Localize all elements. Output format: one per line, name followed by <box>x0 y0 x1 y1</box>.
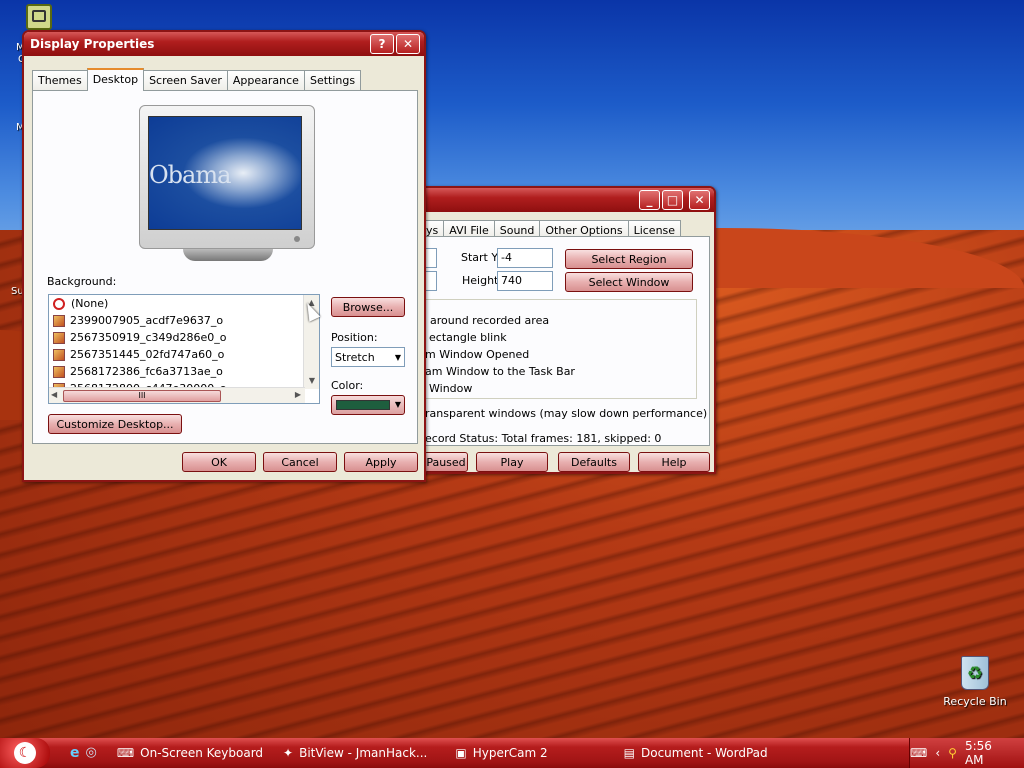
hypercam-panel: Start Y -4 Select Region Height 740 Sele… <box>424 236 710 446</box>
start-y-label: Start Y <box>461 251 499 264</box>
bitview-icon: ✦ <box>283 746 294 760</box>
display-properties-window: Display Properties ? ✕ Themes Desktop Sc… <box>22 30 426 482</box>
cancel-button[interactable]: Cancel <box>263 452 337 472</box>
wordpad-icon: ▤ <box>623 746 635 760</box>
list-item[interactable]: 2567351445_02fd747a60_o <box>49 346 319 363</box>
record-status: ecord Status: Total frames: 181, skipped… <box>425 432 662 445</box>
height-label: Height <box>462 274 499 287</box>
color-swatch <box>336 400 390 410</box>
play-button[interactable]: Play <box>476 452 548 472</box>
help-button[interactable]: Help <box>638 452 710 472</box>
chevron-down-icon: ▼ <box>394 400 401 409</box>
option-window[interactable]: Window <box>429 382 472 395</box>
list-item-none[interactable]: (None) <box>49 295 319 312</box>
desktop-icon-top[interactable] <box>26 4 52 30</box>
keyboard-tray-icon[interactable]: ⌨ <box>910 746 927 760</box>
customize-desktop-button[interactable]: Customize Desktop... <box>48 414 182 434</box>
display-tabs: Themes Desktop Screen Saver Appearance S… <box>24 68 424 93</box>
close-button[interactable]: ✕ <box>689 190 710 210</box>
close-icon[interactable]: ✕ <box>396 34 420 54</box>
color-picker-button[interactable]: ▼ <box>331 395 405 415</box>
preview-text: Obama <box>149 161 231 189</box>
list-item[interactable]: 2567350919_c349d286e0_o <box>49 329 319 346</box>
hypercam-tabs: ys AVI File Sound Other Options License <box>410 218 714 239</box>
option-task-bar[interactable]: am Window to the Task Bar <box>425 365 575 378</box>
image-file-icon <box>53 365 65 378</box>
internet-explorer-icon[interactable]: e <box>70 745 80 761</box>
recycle-bin[interactable]: ♻ Recycle Bin <box>940 656 1010 708</box>
display-properties-titlebar: Display Properties ? ✕ <box>24 32 424 56</box>
desktop-panel: Obama Background: (None) 2399007905_acdf… <box>32 90 418 444</box>
window-title: Display Properties <box>30 37 155 51</box>
tab-desktop[interactable]: Desktop <box>86 68 145 91</box>
height-field[interactable]: 740 <box>497 271 553 291</box>
background-label: Background: <box>47 275 117 288</box>
position-label: Position: <box>331 331 378 344</box>
taskbar-item-hypercam[interactable]: ▣ HyperCam 2 <box>445 741 557 765</box>
recycle-bin-icon: ♻ <box>961 656 989 690</box>
defaults-button[interactable]: Defaults <box>558 452 630 472</box>
hypercam-titlebar: _ □ ✕ <box>410 188 714 212</box>
browser-icon[interactable]: ◎ <box>86 745 97 761</box>
scroll-right-icon[interactable]: ▶ <box>295 390 301 399</box>
system-tray: ⌨ ‹ ⚲ 5:56 AM <box>909 738 1024 768</box>
help-icon[interactable]: ? <box>370 34 394 54</box>
taskbar-item-bitview[interactable]: ✦ BitView - JmanHack... <box>273 741 437 765</box>
width-field[interactable] <box>425 271 437 291</box>
minimize-button[interactable]: _ <box>639 190 660 210</box>
list-item[interactable]: 2568172386_fc6a3713ae_o <box>49 363 319 380</box>
image-file-icon <box>53 331 65 344</box>
display-icon <box>32 10 46 22</box>
transparent-option[interactable]: ransparent windows (may slow down perfor… <box>425 407 707 420</box>
monitor-stand <box>183 249 273 261</box>
hypercam-icon: ▣ <box>455 746 467 760</box>
select-region-button[interactable]: Select Region <box>565 249 693 269</box>
color-label: Color: <box>331 379 364 392</box>
hypercam-window: _ □ ✕ ys AVI File Sound Other Options Li… <box>410 186 716 474</box>
monitor-preview: Obama <box>139 105 315 249</box>
scroll-down-icon[interactable]: ▼ <box>304 373 319 389</box>
clock[interactable]: 5:56 AM <box>965 739 1014 767</box>
horizontal-scrollbar[interactable]: ◀ III ▶ <box>49 387 305 403</box>
none-icon <box>53 297 65 310</box>
option-rectangle-blink[interactable]: ectangle blink <box>429 331 507 344</box>
scroll-thumb[interactable]: III <box>63 390 221 402</box>
position-select[interactable]: Stretch ▼ <box>331 347 405 367</box>
taskbar-item-keyboard[interactable]: ⌨ On-Screen Keyboard <box>107 741 273 765</box>
option-frame-around[interactable]: around recorded area <box>430 314 549 327</box>
start-logo-icon: ☾ <box>14 742 36 764</box>
list-item[interactable]: 2399007905_acdf7e9637_o <box>49 312 319 329</box>
background-list[interactable]: (None) 2399007905_acdf7e9637_o 256735091… <box>48 294 320 404</box>
wallpaper-preview: Obama <box>148 116 302 230</box>
scroll-left-icon[interactable]: ◀ <box>51 390 57 399</box>
chevron-down-icon: ▼ <box>394 352 401 362</box>
search-icon[interactable]: ⚲ <box>948 746 957 760</box>
image-file-icon <box>53 314 65 327</box>
start-y-field[interactable]: -4 <box>497 248 553 268</box>
recycle-bin-label: Recycle Bin <box>943 695 1007 708</box>
start-x-field[interactable] <box>425 248 437 268</box>
chevron-left-icon[interactable]: ‹ <box>935 746 940 760</box>
taskbar: ☾ e ◎ ⌨ On-Screen Keyboard ✦ BitView - J… <box>0 738 1024 768</box>
browse-button[interactable]: Browse... <box>331 297 405 317</box>
maximize-button[interactable]: □ <box>662 190 683 210</box>
image-file-icon <box>53 348 65 361</box>
apply-button[interactable]: Apply <box>344 452 418 472</box>
taskbar-item-wordpad[interactable]: ▤ Document - WordPad <box>614 741 778 765</box>
option-window-opened[interactable]: m Window Opened <box>425 348 529 361</box>
paused-button[interactable]: Paused <box>424 452 468 472</box>
start-button[interactable]: ☾ <box>0 738 50 768</box>
monitor-power-light <box>294 236 300 242</box>
quick-launch: e ◎ <box>50 745 107 761</box>
ok-button[interactable]: OK <box>182 452 256 472</box>
select-window-button[interactable]: Select Window <box>565 272 693 292</box>
keyboard-icon: ⌨ <box>116 746 135 760</box>
